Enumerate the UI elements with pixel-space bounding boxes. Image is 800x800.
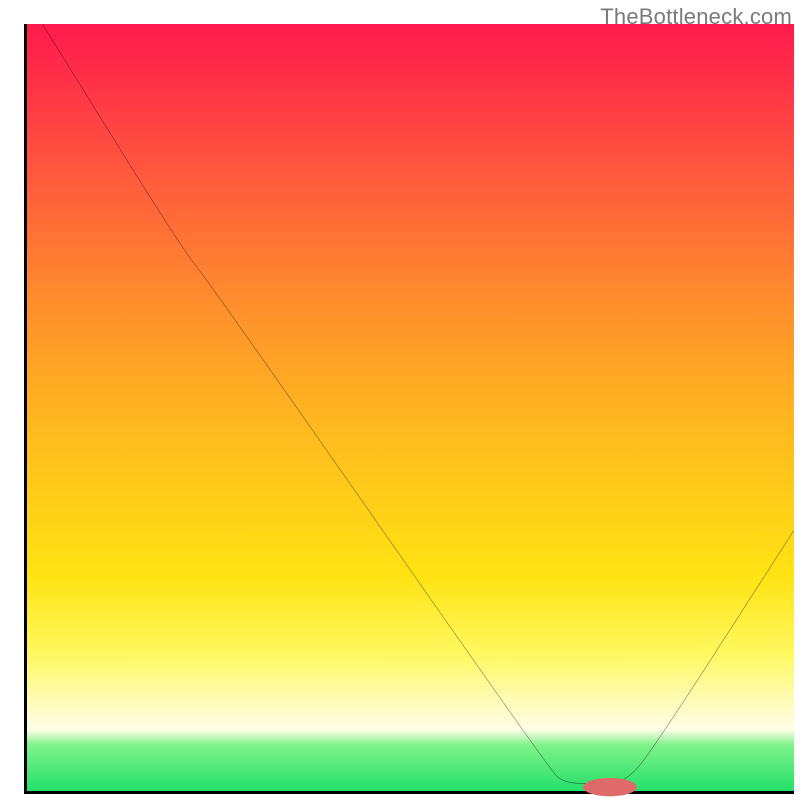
bottleneck-curve <box>42 24 794 783</box>
chart-stage: TheBottleneck.com <box>0 0 800 800</box>
watermark-label: TheBottleneck.com <box>600 4 792 30</box>
optimal-marker <box>583 778 637 796</box>
chart-plot-svg <box>27 24 794 791</box>
